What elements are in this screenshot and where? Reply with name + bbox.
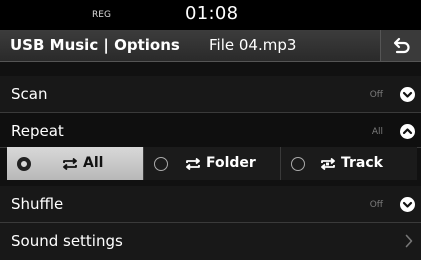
clock: 01:08 — [185, 3, 239, 24]
back-button[interactable] — [380, 30, 421, 61]
page-title: USB Music | Options — [10, 36, 180, 54]
back-arrow-icon — [393, 37, 410, 54]
repeat-collapse-button[interactable] — [400, 124, 415, 139]
chevron-right-icon — [405, 234, 413, 248]
reg-indicator: REG — [92, 10, 111, 20]
shuffle-label: Shuffle — [11, 195, 64, 213]
repeat-option-all[interactable]: All — [7, 147, 144, 180]
screen: REG 01:08 USB Music | Options File 04.mp… — [0, 0, 421, 260]
chevron-down-icon — [402, 201, 413, 208]
sound-settings-row[interactable]: Sound settings — [0, 223, 421, 260]
repeat-icon — [186, 158, 200, 170]
chevron-down-icon — [402, 91, 413, 98]
repeat-option-folder[interactable]: Folder — [144, 147, 281, 180]
shuffle-expand-button[interactable] — [400, 197, 415, 212]
repeat-label: Repeat — [11, 122, 64, 140]
option-label: All — [83, 155, 104, 171]
scan-expand-button[interactable] — [400, 87, 415, 102]
sound-settings-label: Sound settings — [11, 232, 123, 250]
scan-value: Off — [369, 90, 383, 100]
option-label: Track — [341, 155, 383, 171]
repeat-icon — [63, 158, 77, 170]
repeat-one-icon — [321, 158, 335, 170]
chevron-up-icon — [402, 128, 413, 135]
status-bar: REG 01:08 — [0, 0, 421, 30]
option-label: Folder — [206, 155, 256, 171]
shuffle-value: Off — [369, 200, 383, 210]
radio-button[interactable] — [17, 157, 31, 171]
title-bar: USB Music | Options File 04.mp3 — [0, 30, 421, 62]
repeat-value: All — [371, 127, 383, 137]
radio-button[interactable] — [291, 157, 305, 171]
repeat-options: All Folder Track — [7, 147, 417, 180]
shuffle-row[interactable]: Shuffle Off — [0, 186, 421, 223]
repeat-option-track[interactable]: Track — [281, 147, 417, 180]
radio-button[interactable] — [154, 157, 168, 171]
repeat-row[interactable]: Repeat All — [0, 113, 421, 148]
scan-row[interactable]: Scan Off — [0, 76, 421, 113]
file-name: File 04.mp3 — [209, 36, 297, 54]
scan-label: Scan — [11, 85, 48, 103]
